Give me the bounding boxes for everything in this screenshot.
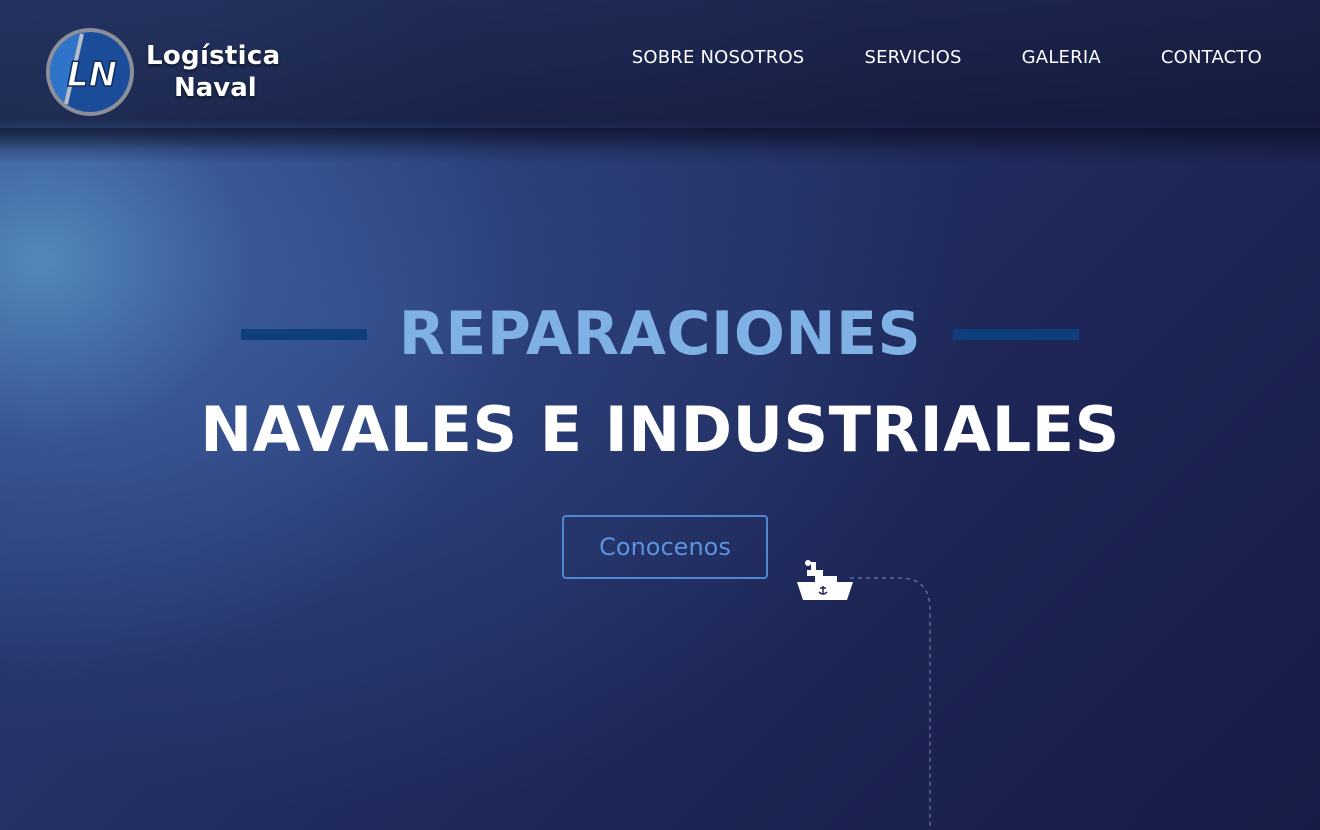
hero-title-top-row: REPARACIONES: [0, 298, 1320, 370]
nav-item-sobre-nosotros[interactable]: SOBRE NOSOTROS: [632, 47, 805, 68]
ship-icon: [797, 560, 853, 600]
right-decorative-rule: [953, 328, 1080, 340]
dashed-route-line: [850, 577, 931, 830]
hero-title-bottom: NAVALES E INDUSTRIALES: [200, 393, 1120, 466]
brand-name-line1: Logística: [146, 41, 281, 71]
main-nav: SOBRE NOSOTROS SERVICIOS GALERIA CONTACT…: [572, 47, 1262, 68]
left-decorative-rule: [240, 328, 367, 340]
logo-badge-icon: LN: [46, 28, 134, 116]
header-shadow: [0, 128, 1320, 164]
logo-text: Logística Naval: [146, 40, 280, 104]
hero-title-top: REPARACIONES: [398, 299, 922, 369]
nav-item-galeria[interactable]: GALERIA: [1022, 47, 1101, 68]
conocenos-button[interactable]: Conocenos: [562, 515, 768, 579]
nav-item-servicios[interactable]: SERVICIOS: [864, 47, 961, 68]
nav-item-contacto[interactable]: CONTACTO: [1161, 47, 1262, 68]
brand-name-line2: Naval: [174, 73, 257, 103]
logo-monogram: LN: [67, 55, 117, 95]
page: LN Logística Naval SOBRE NOSOTROS SERVIC…: [0, 0, 1320, 830]
logo[interactable]: LN Logística Naval: [44, 26, 280, 118]
